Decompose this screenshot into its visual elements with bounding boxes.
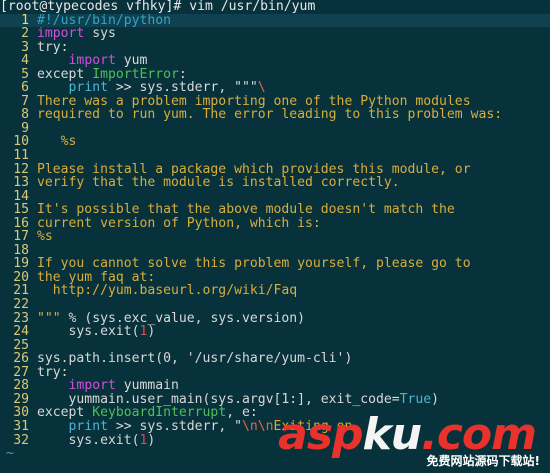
line-number: 28 xyxy=(13,378,29,394)
code-line[interactable]: 27 try: xyxy=(0,364,550,380)
code-text: sys.exit(1) xyxy=(37,324,156,340)
code-line[interactable]: 30 except KeyboardInterrupt, e: xyxy=(0,406,550,420)
line-number: 17 xyxy=(13,229,29,245)
line-number: 23 xyxy=(13,310,29,326)
line-number: 31 xyxy=(13,418,29,434)
code-line[interactable]: 14 xyxy=(0,190,550,204)
code-line[interactable]: 7 There was a problem importing one of th… xyxy=(0,95,550,109)
empty-line-marker: ~ xyxy=(6,446,14,462)
code-text: %s xyxy=(37,229,53,245)
line-number: 21 xyxy=(13,283,29,299)
code-line[interactable]: 18 xyxy=(0,244,550,258)
code-text: %s xyxy=(37,134,77,150)
line-number: 18 xyxy=(13,242,29,258)
line-number: 7 xyxy=(21,93,29,109)
line-number: 6 xyxy=(21,80,29,96)
line-number: 22 xyxy=(13,297,29,313)
code-line[interactable]: 23 """ % (sys.exc_value, sys.version) xyxy=(0,310,550,326)
code-line[interactable]: 16 current version of Python, which is: xyxy=(0,215,550,231)
line-number: 3 xyxy=(21,39,29,55)
line-number: 26 xyxy=(13,351,29,367)
terminal-window[interactable]: [root@typecodes vfhky]# vim /usr/bin/yum… xyxy=(0,0,550,473)
code-line[interactable]: 25 xyxy=(0,339,550,353)
code-line[interactable]: 22 xyxy=(0,298,550,312)
code-line[interactable]: 29 yummain.user_main(sys.argv[1:], exit_… xyxy=(0,393,550,407)
code-text: sys.path.insert(0, '/usr/share/yum-cli') xyxy=(37,351,353,367)
code-line[interactable]: 5 except ImportError: xyxy=(0,66,550,82)
code-line[interactable]: 17 %s xyxy=(0,230,550,244)
code-line[interactable]: 8 required to run yum. The error leading … xyxy=(0,108,550,122)
code-line[interactable]: 12 Please install a package which provide… xyxy=(0,161,550,177)
line-number: 13 xyxy=(13,175,29,191)
code-line[interactable]: 21 http://yum.baseurl.org/wiki/Faq xyxy=(0,284,550,298)
code-text: http://yum.baseurl.org/wiki/Faq xyxy=(37,283,298,299)
code-line[interactable]: 10 %s xyxy=(0,135,550,149)
code-line[interactable]: 1 #!/usr/bin/python xyxy=(0,12,550,28)
code-line[interactable]: 19 If you cannot solve this problem yours… xyxy=(0,257,550,271)
line-number: 29 xyxy=(13,391,29,407)
code-line[interactable]: 13 verify that the module is installed co… xyxy=(0,176,550,190)
code-line[interactable]: 31 print >> sys.stderr, "\n\nExiting on xyxy=(0,420,550,434)
line-number: 11 xyxy=(13,148,29,164)
line-number: 5 xyxy=(21,66,29,82)
code-line[interactable]: 24 sys.exit(1) xyxy=(0,325,550,339)
code-line[interactable]: 6 print >> sys.stderr, """\ xyxy=(0,81,550,95)
line-number: 1 xyxy=(21,12,29,28)
line-number: 27 xyxy=(13,364,29,380)
code-line[interactable]: 3 try: xyxy=(0,39,550,55)
code-line[interactable]: 28 import yummain xyxy=(0,379,550,393)
code-line[interactable]: 2 import sys xyxy=(0,27,550,41)
line-number: 16 xyxy=(13,215,29,231)
code-line[interactable]: 11 xyxy=(0,149,550,163)
code-line[interactable]: 15 It's possible that the above module do… xyxy=(0,203,550,217)
line-number: 9 xyxy=(21,120,29,136)
shell-prompt: [root@typecodes vfhky]# vim /usr/bin/yum xyxy=(0,0,316,14)
line-number: 12 xyxy=(13,161,29,177)
line-number: 20 xyxy=(13,269,29,285)
vim-buffer[interactable]: 1 #!/usr/bin/python 2 import sys 3 try: 4 impo… xyxy=(0,12,550,448)
line-number: 32 xyxy=(13,432,29,448)
code-line[interactable]: 32 sys.exit(1) xyxy=(0,432,550,448)
line-number: 14 xyxy=(13,188,29,204)
line-number: 15 xyxy=(13,202,29,218)
code-line[interactable]: 4 import yum xyxy=(0,54,550,68)
line-number: 24 xyxy=(13,324,29,340)
line-number: 2 xyxy=(21,26,29,42)
line-number: 25 xyxy=(13,337,29,353)
line-number: 8 xyxy=(21,107,29,123)
code-text: sys.exit(1) xyxy=(37,432,156,448)
code-text: verify that the module is installed corr… xyxy=(37,175,400,191)
code-text: required to run yum. The error leading t… xyxy=(37,107,503,123)
code-line[interactable]: 26 sys.path.insert(0, '/usr/share/yum-cli… xyxy=(0,352,550,366)
line-number: 30 xyxy=(13,405,29,421)
code-text: current version of Python, which is: xyxy=(37,215,321,231)
code-line[interactable]: 9 xyxy=(0,122,550,136)
code-line[interactable]: 20 the yum faq at: xyxy=(0,271,550,285)
line-number: 4 xyxy=(21,53,29,69)
line-number: 10 xyxy=(13,134,29,150)
line-number: 19 xyxy=(13,256,29,272)
